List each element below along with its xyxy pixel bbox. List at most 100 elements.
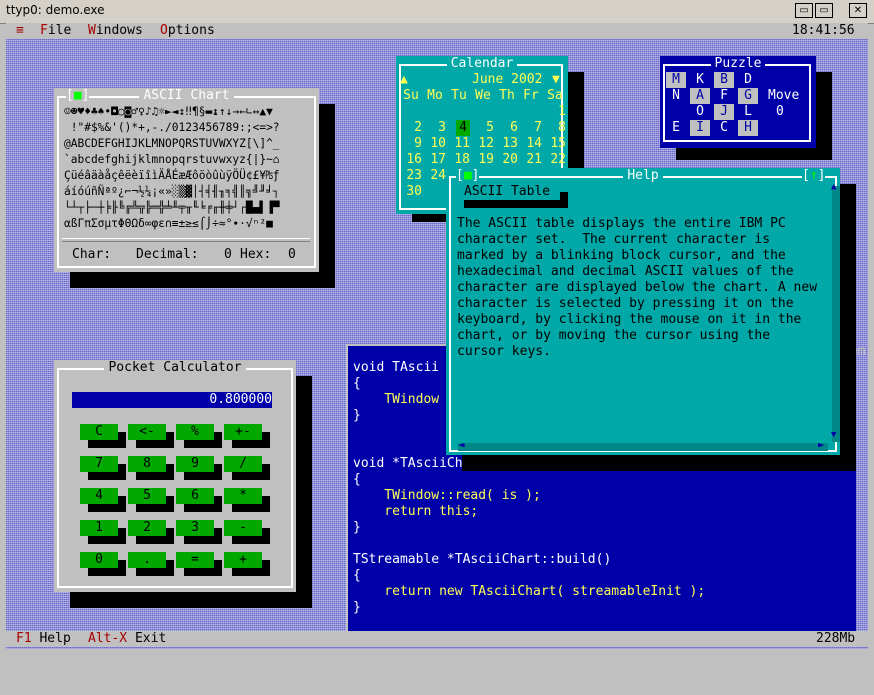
calculator-key[interactable]: . [128, 552, 166, 568]
puzzle-tile[interactable]: B [714, 72, 734, 88]
menu-windows[interactable]: Windows [88, 23, 143, 39]
maximize-button[interactable]: ▭ [815, 3, 833, 18]
code-line: } [353, 600, 361, 615]
calendar-day[interactable]: 7 [520, 120, 542, 136]
calendar-day[interactable]: 10 [424, 136, 446, 152]
menu-file[interactable]: File [40, 23, 71, 39]
menu-options[interactable]: Options [160, 23, 215, 39]
calculator-key[interactable]: + [224, 552, 262, 568]
ascii-chart-row[interactable]: ÇüéâäàåçêëèïîìÄÅÉæÆôöòûùÿÖÜ¢£¥₧ƒ [64, 168, 280, 184]
code-line: { [353, 376, 361, 391]
calendar-next-month[interactable]: ▼ [552, 72, 560, 88]
calendar-day[interactable]: 3 [424, 120, 446, 136]
calendar-day[interactable]: 14 [520, 136, 542, 152]
calendar-day[interactable]: 2 [400, 120, 422, 136]
help-zoom-box[interactable]: [↑] [802, 168, 826, 184]
calculator-key[interactable]: 1 [80, 520, 118, 536]
editor-code-top[interactable]: void TAscii{ TWindow} [353, 360, 439, 424]
calculator-key[interactable]: 9 [176, 456, 214, 472]
scroll-down-icon[interactable]: ▼ [831, 430, 836, 440]
calendar-day[interactable]: 17 [424, 152, 446, 168]
code-line: { [353, 568, 361, 583]
calculator-key[interactable]: / [224, 456, 262, 472]
calculator-key[interactable]: - [224, 520, 262, 536]
x-window-titlebar[interactable]: ttyp0: demo.exe ▭ ▭ ✕ [0, 0, 874, 24]
status-help[interactable]: F1 Help [16, 631, 71, 647]
calendar-day[interactable]: 24 [424, 168, 446, 184]
calculator-window[interactable]: Pocket Calculator 0.800000 C <-% +- 7 8 9/4 5 6… [54, 360, 296, 592]
help-topic-link[interactable]: ASCII Table [456, 184, 560, 200]
puzzle-tile[interactable]: K [690, 72, 710, 88]
calculator-key[interactable]: 5 [128, 488, 166, 504]
puzzle-tile[interactable]: G [738, 88, 758, 104]
scroll-right-icon[interactable]: ► [818, 438, 825, 451]
calendar-day-header: Fr [523, 88, 539, 103]
puzzle-tile[interactable]: H [738, 120, 758, 136]
ascii-chart-row[interactable]: !"#$%&'()*+,-./0123456789:;<=>? [64, 120, 280, 136]
help-hscrollbar[interactable] [458, 443, 828, 451]
calculator-key[interactable]: C [80, 424, 118, 440]
ascii-hex-value: 0 [288, 247, 296, 262]
calendar-day[interactable]: 30 [400, 184, 422, 200]
calculator-key[interactable]: 7 [80, 456, 118, 472]
puzzle-tile[interactable]: E [666, 120, 686, 136]
calculator-key[interactable]: 6 [176, 488, 214, 504]
calculator-key[interactable]: * [224, 488, 262, 504]
calculator-key[interactable]: <- [128, 424, 166, 440]
calendar-day[interactable]: 21 [520, 152, 542, 168]
ascii-chart-row[interactable]: `abcdefghijklmnopqrstuvwxyz{|}~⌂ [64, 152, 280, 168]
calendar-day[interactable]: 18 [448, 152, 470, 168]
puzzle-tile[interactable]: I [690, 120, 710, 136]
calendar-day[interactable]: 9 [400, 136, 422, 152]
calendar-day[interactable]: 19 [472, 152, 494, 168]
calendar-day[interactable]: 13 [496, 136, 518, 152]
system-menu-icon[interactable]: ≡ [16, 23, 24, 39]
calendar-day[interactable]: 22 [544, 152, 566, 168]
calendar-prev-month[interactable]: ▲ [400, 72, 408, 88]
puzzle-tile[interactable]: L [738, 104, 758, 120]
calendar-day[interactable]: 1 [544, 104, 566, 120]
calculator-key[interactable]: 3 [176, 520, 214, 536]
puzzle-tile[interactable]: M [666, 72, 686, 88]
calculator-key[interactable]: 4 [80, 488, 118, 504]
status-exit[interactable]: Alt-X Exit [88, 631, 166, 647]
calendar-day[interactable]: 15 [544, 136, 566, 152]
calculator-key[interactable]: 8 [128, 456, 166, 472]
calculator-key[interactable]: 2 [128, 520, 166, 536]
calendar-day[interactable]: 4 [456, 120, 470, 136]
calendar-day[interactable]: 6 [496, 120, 518, 136]
ascii-chart-window[interactable]: [■] ASCII Chart ☺☻♥♦♣♠•◘○◙♂♀♪♫☼►◄↕‼¶§▬↨↑… [54, 88, 319, 272]
calendar-day[interactable]: 20 [496, 152, 518, 168]
ascii-chart-row[interactable]: áíóúñÑªº¿⌐¬½¼¡«»░▒▓│┤╡╢╖╕╣║╗╝╜╛┐ [64, 184, 280, 200]
puzzle-tile[interactable]: D [738, 72, 758, 88]
calendar-day-header: Sa [547, 88, 563, 103]
scroll-left-icon[interactable]: ◄ [458, 438, 465, 451]
puzzle-tile[interactable]: A [690, 88, 710, 104]
calendar-day[interactable]: 11 [448, 136, 470, 152]
puzzle-tile[interactable]: O [690, 104, 710, 120]
ascii-chart-row[interactable]: ☺☻♥♦♣♠•◘○◙♂♀♪♫☼►◄↕‼¶§▬↨↑↓→←∟↔▲▼ [64, 104, 273, 120]
ascii-chart-row[interactable]: └┴┬├─┼╞╟╚╔╩╦╠═╬╧╨╤╥╙╘╒╓╫╪┘┌█▄▌▐▀ [64, 200, 280, 216]
minimize-button[interactable]: ▭ [795, 3, 813, 18]
puzzle-tile[interactable]: C [714, 120, 734, 136]
calendar-day[interactable]: 12 [472, 136, 494, 152]
calculator-key[interactable]: % [176, 424, 214, 440]
calendar-day[interactable]: 16 [400, 152, 422, 168]
calendar-day[interactable]: 5 [472, 120, 494, 136]
puzzle-tile[interactable]: J [714, 104, 734, 120]
puzzle-tile[interactable]: N [666, 88, 686, 104]
puzzle-tile[interactable]: F [714, 88, 734, 104]
puzzle-window[interactable]: Puzzle MKBD NAFG OJL EICH Move 0 [660, 56, 816, 148]
editor-code-bottom[interactable]: void *TAsciiChart::read( ipstream& is ){… [353, 456, 705, 616]
calendar-day[interactable]: 8 [544, 120, 566, 136]
help-vscrollbar[interactable] [832, 186, 840, 442]
calculator-key[interactable]: = [176, 552, 214, 568]
ascii-chart-row[interactable]: @ABCDEFGHIJKLMNOPQRSTUVWXYZ[\]^_ [64, 136, 280, 152]
scroll-up-icon[interactable]: ▲ [831, 182, 836, 192]
ascii-chart-row[interactable]: αßΓπΣσµτΦΘΩδ∞φε∩≡±≥≤⌠⌡÷≈°∙·√ⁿ²■ [64, 216, 280, 232]
calculator-key[interactable]: 0 [80, 552, 118, 568]
help-window[interactable]: [■] Help [↑] ASCII Table The ASCII table… [446, 168, 840, 455]
calendar-day[interactable]: 23 [400, 168, 422, 184]
close-button[interactable]: ✕ [849, 3, 867, 18]
calculator-key[interactable]: +- [224, 424, 262, 440]
